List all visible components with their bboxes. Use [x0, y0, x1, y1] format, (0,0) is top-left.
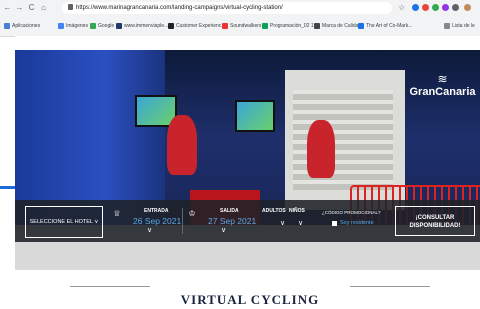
- site-icon: [358, 22, 364, 29]
- bookmark-item[interactable]: Customer Experienc...: [168, 21, 225, 31]
- bookmark-label: Aplicaciones: [12, 23, 41, 29]
- title-rule-left: [70, 286, 150, 287]
- bookmark-item[interactable]: Soundwalkers: [222, 21, 261, 31]
- salida-date[interactable]: 27 Sep 2021: [208, 216, 256, 226]
- hero-cyclist: [307, 120, 335, 178]
- salida-label: SALIDA: [220, 208, 239, 214]
- hotel-select[interactable]: SELECCIONE EL HOTEL ∨: [25, 206, 103, 238]
- sheets-icon: [262, 22, 268, 29]
- url-text: https://www.marinagrancanaria.com/landin…: [76, 5, 283, 11]
- forward-icon[interactable]: →: [15, 3, 24, 13]
- ninos-label: NIÑOS: [289, 208, 305, 214]
- gran-canaria-logo-text: GranCanaria: [409, 86, 476, 98]
- section-title: VIRTUAL CYCLING STATION: [180, 292, 320, 307]
- title-rule-right: [350, 286, 430, 287]
- bookmark-label: Marca de Calidad: [322, 23, 362, 29]
- reload-icon[interactable]: C: [27, 3, 36, 13]
- adultos-dropdown[interactable]: ∨: [280, 220, 285, 228]
- extension-icon[interactable]: [412, 4, 419, 11]
- address-bar[interactable]: https://www.marinagrancanaria.com/landin…: [62, 2, 392, 14]
- bookmark-item[interactable]: Marca de Calidad: [314, 21, 361, 31]
- bookmark-label: Programación_02 1...: [270, 23, 318, 29]
- bookmark-label: Lista de le: [452, 23, 475, 29]
- bookmark-star-icon[interactable]: ☆: [398, 3, 405, 13]
- site-icon: [116, 22, 122, 29]
- bookmark-item[interactable]: Google: [90, 21, 114, 31]
- entrada-label: ENTRADA: [144, 208, 169, 214]
- hero-cyclist: [167, 115, 197, 175]
- browser-chrome: ← → C ⌂ https://www.marinagrancanaria.co…: [0, 0, 480, 37]
- chevron-down-icon[interactable]: ∨: [221, 227, 226, 235]
- consult-availability-button[interactable]: ¡CONSULTAR DISPONIBILIDAD!: [395, 206, 475, 236]
- gran-canaria-logo-icon: ≋: [437, 72, 448, 86]
- bookmark-label: Google: [98, 23, 115, 29]
- bookmark-label: Customer Experienc...: [176, 23, 226, 29]
- ninos-dropdown[interactable]: ∨: [298, 220, 303, 228]
- bookmark-item[interactable]: www.immenviaple...: [116, 21, 168, 31]
- reading-list-icon: [444, 22, 450, 29]
- calendar-out-icon: ♔: [188, 209, 196, 218]
- bookmark-item[interactable]: Lista de le: [444, 21, 475, 31]
- bookmark-label: Soundwalkers: [230, 23, 262, 29]
- lock-icon: [68, 4, 73, 10]
- site-icon: [168, 22, 174, 29]
- back-icon[interactable]: ←: [3, 3, 12, 13]
- google-icon: [58, 22, 64, 29]
- extension-icon[interactable]: [452, 4, 459, 11]
- site-icon: [314, 22, 320, 29]
- bookmark-item[interactable]: Aplicaciones: [4, 21, 40, 31]
- home-icon[interactable]: ⌂: [39, 3, 48, 13]
- extension-icon[interactable]: [422, 4, 429, 11]
- entrada-date[interactable]: 26 Sep 2021: [133, 216, 181, 226]
- gran-canaria-logo: ≋ GranCanaria: [405, 72, 480, 112]
- divider: [182, 208, 183, 234]
- browser-toolbar: ← → C ⌂ https://www.marinagrancanaria.co…: [0, 0, 480, 17]
- adultos-label: ADULTOS: [262, 208, 286, 214]
- booking-bar: SELECCIONE EL HOTEL ∨ ♕ ENTRADA 26 Sep 2…: [15, 200, 480, 242]
- bookmarks-bar: Aplicaciones Imágenes Google www.immenvi…: [0, 19, 480, 33]
- extension-icon[interactable]: [442, 4, 449, 11]
- bookmark-item[interactable]: Programación_02 1...: [262, 21, 318, 31]
- bookmark-item[interactable]: Imágenes: [58, 21, 88, 31]
- bookmark-label: Imágenes: [66, 23, 88, 29]
- bookmark-label: www.immenviaple...: [124, 23, 169, 29]
- resident-label: Soy residente: [340, 220, 374, 226]
- web-page: ≋ GranCanaria SELECCIONE EL HOTEL ∨ ♕ EN…: [15, 36, 480, 309]
- bookmark-item[interactable]: The Art of Co-Mark...: [358, 21, 412, 31]
- calendar-in-icon: ♕: [113, 209, 121, 218]
- site-icon: [222, 22, 228, 29]
- resident-checkbox[interactable]: [332, 221, 337, 226]
- bookmark-label: The Art of Co-Mark...: [366, 23, 413, 29]
- google-icon: [90, 22, 96, 29]
- chevron-down-icon[interactable]: ∨: [147, 227, 152, 235]
- promo-label[interactable]: ¿CÓDIGO PROMOCIONAL?: [322, 209, 381, 216]
- hero-screen-right: [235, 100, 275, 132]
- apps-icon: [4, 22, 10, 29]
- profile-avatar[interactable]: [464, 4, 471, 11]
- extension-icon[interactable]: [432, 4, 439, 11]
